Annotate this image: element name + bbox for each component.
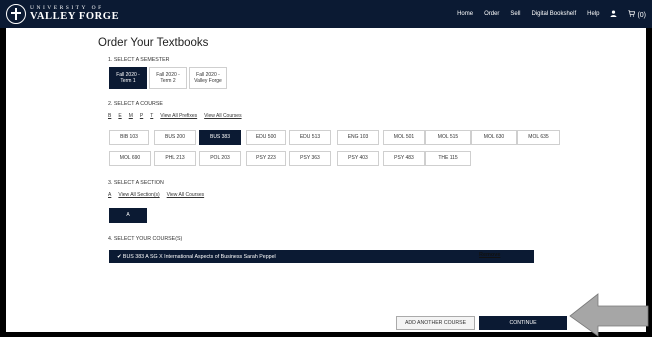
course-step-label: 2. SELECT A COURSE [108, 101, 163, 107]
user-icon[interactable] [610, 9, 617, 19]
logo-bottom-text: VALLEY FORGE [30, 10, 120, 22]
nav-digital-bookshelf[interactable]: Digital Bookshelf [531, 11, 576, 17]
page-title: Order Your Textbooks [98, 37, 209, 49]
course-option[interactable]: PHL 213 [154, 151, 196, 166]
nav-sell[interactable]: Sell [510, 11, 520, 17]
prefix-link-t[interactable]: T [150, 113, 153, 119]
course-option[interactable]: POL 203 [199, 151, 241, 166]
course-option[interactable]: MOL 515 [425, 130, 471, 145]
semester-option-fall-term-1[interactable]: Fall 2020 - Term 1 [109, 67, 147, 89]
course-option[interactable]: ENG 103 [337, 130, 379, 145]
order-panel: Order Your Textbooks 1. SELECT A SEMESTE… [6, 28, 646, 332]
section-filter-links: A View All Section(s) View All Courses [108, 192, 211, 198]
top-navigation-bar: UNIVERSITY OF VALLEY FORGE Home Order Se… [0, 0, 652, 28]
section-step-label: 3. SELECT A SECTION [108, 180, 164, 186]
nav-home[interactable]: Home [457, 11, 473, 17]
course-option[interactable]: EDU 513 [289, 130, 331, 145]
semester-option-fall-term-2[interactable]: Fall 2020 - Term 2 [149, 67, 187, 89]
selected-course-row: ✔ BUS 383 A SG X International Aspects o… [109, 250, 534, 263]
view-all-sections-link[interactable]: View All Section(s) [118, 192, 159, 198]
continue-button[interactable]: CONTINUE [479, 316, 567, 330]
view-all-courses-link[interactable]: View All Courses [204, 113, 241, 119]
course-option-selected[interactable]: BUS 383 [199, 130, 241, 145]
main-nav: Home Order Sell Digital Bookshelf Help (… [446, 0, 646, 28]
course-option[interactable]: PSY 403 [337, 151, 379, 166]
cross-shield-icon [6, 4, 26, 24]
prefix-link-p[interactable]: P [140, 113, 143, 119]
nav-order[interactable]: Order [484, 11, 499, 17]
semester-option-fall-valley-forge[interactable]: Fall 2020 - Valley Forge [189, 67, 227, 89]
course-option[interactable]: MOL 501 [383, 130, 425, 145]
university-logo[interactable]: UNIVERSITY OF VALLEY FORGE [6, 2, 119, 26]
cart-icon [628, 9, 636, 17]
left-arrow-callout-icon [569, 293, 649, 337]
nav-help[interactable]: Help [587, 11, 599, 17]
course-option[interactable]: PSY 483 [383, 151, 425, 166]
course-option[interactable]: BIB 103 [109, 130, 149, 145]
cart-count: (0) [637, 11, 646, 19]
course-option[interactable]: MOL 690 [109, 151, 151, 166]
course-option[interactable]: THE 115 [425, 151, 471, 166]
course-option[interactable]: MOL 630 [471, 130, 517, 145]
prefix-link-m[interactable]: M [129, 113, 133, 119]
course-filter-links: B E M P T View All Prefixes View All Cou… [108, 113, 249, 119]
course-option[interactable]: PSY 363 [289, 151, 331, 166]
section-prefix-link-a[interactable]: A [108, 192, 111, 198]
your-courses-step-label: 4. SELECT YOUR COURSE(S) [108, 236, 183, 242]
cart-button[interactable]: (0) [628, 9, 646, 19]
course-option[interactable]: BUS 200 [154, 130, 196, 145]
prefix-link-e[interactable]: E [118, 113, 121, 119]
remove-course-link[interactable]: Remove [479, 252, 500, 258]
course-option[interactable]: MOL 635 [517, 130, 560, 145]
course-option[interactable]: PSY 223 [246, 151, 286, 166]
course-option[interactable]: EDU 500 [246, 130, 286, 145]
prefix-link-b[interactable]: B [108, 113, 111, 119]
view-all-prefixes-link[interactable]: View All Prefixes [160, 113, 197, 119]
semester-step-label: 1. SELECT A SEMESTER [108, 57, 170, 63]
view-all-courses-link[interactable]: View All Courses [167, 192, 204, 198]
section-option-a[interactable]: A [109, 208, 147, 223]
add-another-course-button[interactable]: ADD ANOTHER COURSE [396, 316, 475, 330]
